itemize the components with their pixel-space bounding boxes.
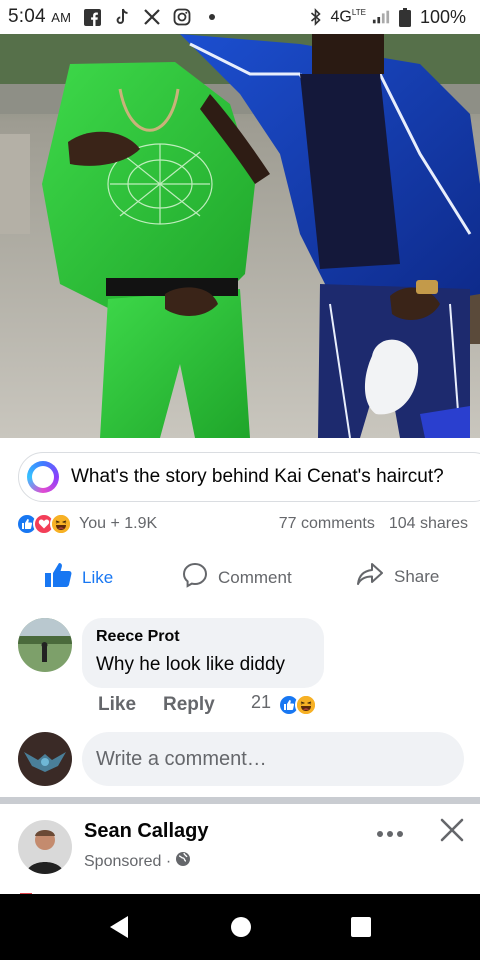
feed-divider [0,797,480,804]
dot-icon [203,8,221,26]
shares-count[interactable]: 104 shares [389,515,468,533]
photo-two-men-tracksuits-icon [0,34,480,438]
sponsor-name[interactable]: Sean Callagy [84,820,209,843]
close-icon[interactable] [438,816,466,844]
status-right: 4GLTE 100% [307,7,466,28]
comments-count[interactable]: 77 comments [279,515,375,533]
comment-author[interactable]: Reece Prot [96,628,310,646]
instagram-icon [173,8,191,26]
post-photo[interactable] [0,34,480,438]
signal-icon [372,8,390,26]
facebook-icon [83,8,101,26]
globe-icon [175,851,191,872]
my-avatar[interactable] [18,732,72,786]
comment-label: Comment [218,567,292,587]
home-icon[interactable] [228,914,254,940]
comment-bubble: Reece Prot Why he look like diddy [82,618,324,688]
more-options-icon[interactable] [376,818,404,844]
post-stats: 77 comments 104 shares [279,515,468,533]
network-type: 4GLTE [330,7,366,26]
battery-icon [396,7,414,27]
write-comment-input[interactable]: Write a comment… [82,732,464,786]
back-icon[interactable] [106,914,132,940]
ai-prompt-text: What's the story behind Kai Cenat's hair… [71,466,444,487]
sponsored-label: Sponsored · [84,851,191,872]
haha-reaction-icon [50,513,72,535]
post-action-bar: Like Comment Share [0,552,480,600]
post-text-peek [20,886,480,894]
share-button[interactable]: Share [356,562,439,591]
x-icon [143,8,161,26]
reactions-count: You + 1.9K [79,515,158,532]
battery-percent: 100% [419,6,466,27]
meta-ai-prompt[interactable]: What's the story behind Kai Cenat's hair… [18,452,480,502]
share-label: Share [394,566,440,586]
status-bar: 5:04 AM 4GLTE 100% [0,0,480,34]
comment-reply-button[interactable]: Reply [163,694,215,716]
comment-reaction-icons[interactable] [278,694,317,716]
sponsor-avatar[interactable] [18,820,72,874]
recents-icon[interactable] [348,914,374,940]
share-arrow-icon [356,562,384,591]
haha-reaction-icon [295,694,317,716]
status-time: 5:04 AM [8,6,72,27]
comment-reaction-count[interactable]: 21 [251,692,271,713]
thumbs-up-icon [44,562,72,593]
like-label: Like [82,567,114,587]
reaction-icons [16,513,72,535]
comment-bubble-icon [182,562,208,593]
bluetooth-icon [307,8,325,26]
like-button[interactable]: Like [44,562,113,593]
android-nav-bar [0,894,480,960]
comment-actions: Like Reply 21 [98,692,338,720]
meta-ai-icon [27,461,59,493]
comment-button[interactable]: Comment [182,562,292,593]
commenter-avatar[interactable] [18,618,72,672]
tiktok-icon [113,8,131,26]
notification-icons [83,8,221,26]
comment-text: Why he look like diddy [96,654,286,675]
reactions-summary[interactable]: You + 1.9K 77 comments 104 shares [16,512,468,536]
comment-like-button[interactable]: Like [98,694,136,716]
